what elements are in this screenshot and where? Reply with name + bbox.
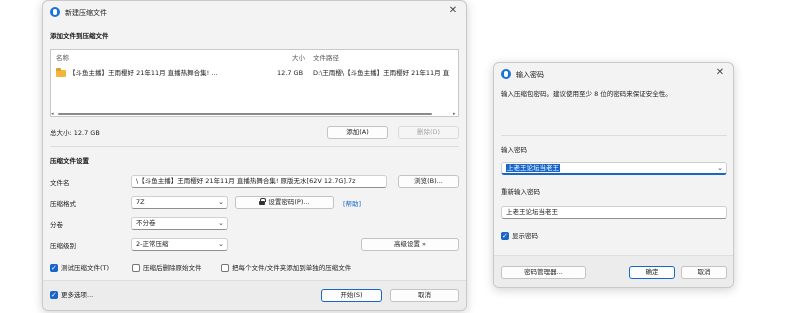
set-password-button[interactable]: 设置密码(P)...: [235, 196, 334, 209]
remove-button[interactable]: 删除(D): [398, 126, 459, 139]
level-label: 压缩级别: [50, 242, 76, 250]
password-value: 上老王论坛当老王: [506, 164, 560, 172]
file-size: 12.7 GB: [277, 69, 304, 77]
password-hint: 输入压缩包密码。建议使用至少 8 位的密码来保证安全性。: [501, 90, 672, 98]
window-title: 新建压缩文件: [65, 9, 107, 17]
title-bar: 新建压缩文件 ✕: [43, 1, 466, 23]
set-password-label: 设置密码(P)...: [268, 198, 310, 206]
new-archive-window: 新建压缩文件 ✕ 添加文件到压缩文件 名称 大小 文件路径 【斗鱼主播】王雨樱好…: [42, 0, 467, 311]
archive-settings-title: 压缩文件设置: [50, 157, 89, 165]
scroll-left-icon[interactable]: ◂: [51, 110, 54, 118]
close-icon[interactable]: ✕: [713, 66, 727, 80]
separate-archives-checkbox[interactable]: [221, 264, 229, 272]
browse-button[interactable]: 浏览(B)...: [398, 175, 459, 188]
test-archive-label[interactable]: 测试压缩文件(T): [61, 264, 109, 272]
split-label: 分卷: [50, 221, 63, 229]
app-logo-icon: [50, 7, 60, 17]
file-list-row[interactable]: 【斗鱼主播】王雨樱好 21年11月 直播热舞合集! ... 12.7 GB D:…: [51, 68, 458, 79]
test-archive-checkbox[interactable]: [50, 263, 58, 273]
split-select[interactable]: 不分卷 ⌄: [131, 217, 228, 230]
close-icon[interactable]: ✕: [446, 4, 460, 18]
advanced-settings-button[interactable]: 高级设置 »: [361, 238, 459, 251]
total-size: 总大小: 12.7 GB: [50, 129, 100, 137]
format-label: 压缩格式: [50, 200, 76, 208]
ok-button[interactable]: 确定: [629, 266, 675, 279]
confirm-password-label: 重新输入密码: [501, 188, 540, 196]
show-password-checkbox[interactable]: [501, 231, 509, 241]
scroll-right-icon[interactable]: ▸: [453, 110, 456, 118]
format-select[interactable]: 7Z ⌄: [131, 196, 228, 209]
horizontal-scrollbar[interactable]: ◂ ▸: [51, 110, 459, 118]
more-options-checkbox[interactable]: [50, 290, 58, 300]
column-name-header[interactable]: 名称: [56, 54, 69, 62]
divider: [50, 146, 459, 147]
password-dialog: 输入密码 ✕ 输入压缩包密码。建议使用至少 8 位的密码来保证安全性。 输入密码…: [493, 62, 734, 288]
file-path: D:\王雨樱\【斗鱼主播】王雨樱好 21年11月 直: [313, 69, 450, 77]
folder-icon: [56, 68, 66, 77]
split-value: 不分卷: [136, 219, 156, 227]
more-options-label[interactable]: 更多选项...: [61, 291, 93, 299]
help-link[interactable]: [帮助]: [343, 200, 361, 208]
add-button[interactable]: 添加(A): [327, 126, 388, 139]
level-select[interactable]: 2-正常压缩 ⌄: [131, 238, 228, 251]
format-value: 7Z: [136, 198, 145, 206]
delete-after-checkbox[interactable]: [132, 264, 140, 272]
filename-input[interactable]: \【斗鱼主播】王雨樱好 21年11月 直播热舞合集! 原版无水[62V 12.7…: [131, 175, 387, 188]
lock-icon: [259, 198, 267, 205]
dialog-footer: 密码管理器... 确定 取消: [494, 255, 733, 287]
start-button[interactable]: 开始(S): [321, 289, 382, 302]
password-label: 输入密码: [501, 146, 527, 154]
delete-after-label[interactable]: 压缩后删除原始文件: [143, 264, 202, 272]
chevron-down-icon: ⌄: [218, 240, 224, 248]
chevron-down-icon: ⌄: [218, 219, 224, 227]
dialog-title: 输入密码: [516, 71, 544, 79]
file-name: 【斗鱼主播】王雨樱好 21年11月 直播热舞合集! ...: [69, 69, 218, 77]
file-list[interactable]: 名称 大小 文件路径 【斗鱼主播】王雨樱好 21年11月 直播热舞合集! ...…: [50, 49, 459, 117]
separate-archives-label[interactable]: 把每个文件/文件夹添加到单独的压缩文件: [232, 264, 351, 272]
footer-bar: 更多选项... 开始(S) 取消: [43, 280, 466, 310]
title-bar: 输入密码 ✕: [494, 63, 733, 85]
column-path-header[interactable]: 文件路径: [313, 54, 339, 62]
app-logo-icon: [501, 69, 511, 79]
show-password-label[interactable]: 显示密码: [512, 232, 538, 240]
level-value: 2-正常压缩: [136, 240, 169, 248]
add-files-section-title: 添加文件到压缩文件: [50, 32, 109, 40]
chevron-down-icon[interactable]: ⌄: [717, 163, 723, 173]
divider: [501, 135, 727, 136]
scrollbar-thumb[interactable]: [58, 113, 432, 115]
chevron-down-icon: ⌄: [218, 198, 224, 206]
confirm-password-input[interactable]: 上老王论坛当老王: [501, 206, 727, 219]
password-manager-button[interactable]: 密码管理器...: [501, 266, 586, 279]
dialog-cancel-button[interactable]: 取消: [681, 266, 727, 279]
filename-label: 文件名: [50, 179, 70, 187]
password-input[interactable]: 上老王论坛当老王 ⌄: [501, 162, 727, 175]
cancel-button[interactable]: 取消: [390, 289, 459, 302]
column-size-header[interactable]: 大小: [292, 54, 305, 62]
